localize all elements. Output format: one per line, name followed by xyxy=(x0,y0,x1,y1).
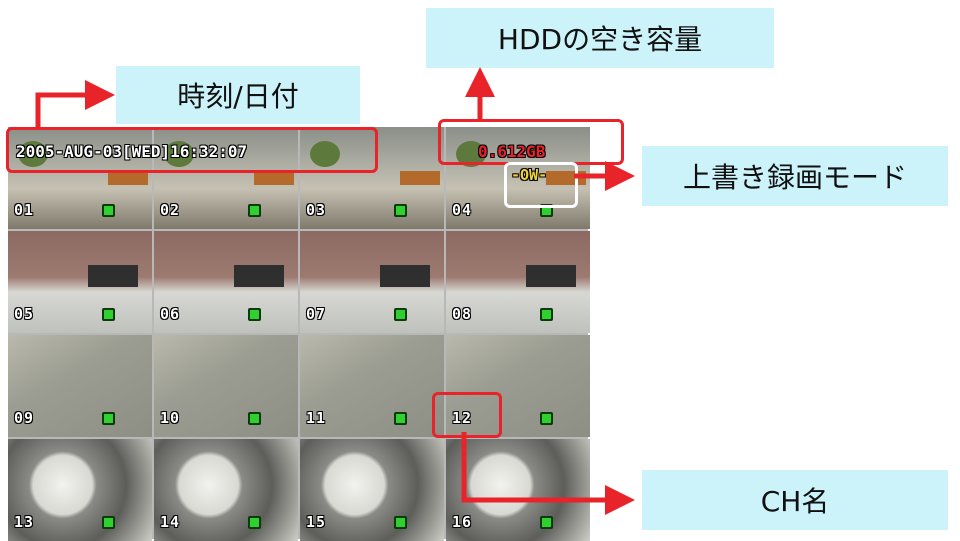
datetime-arrow xyxy=(35,80,115,129)
channel-name-arrow xyxy=(461,432,635,515)
callout-arrows xyxy=(35,67,635,515)
